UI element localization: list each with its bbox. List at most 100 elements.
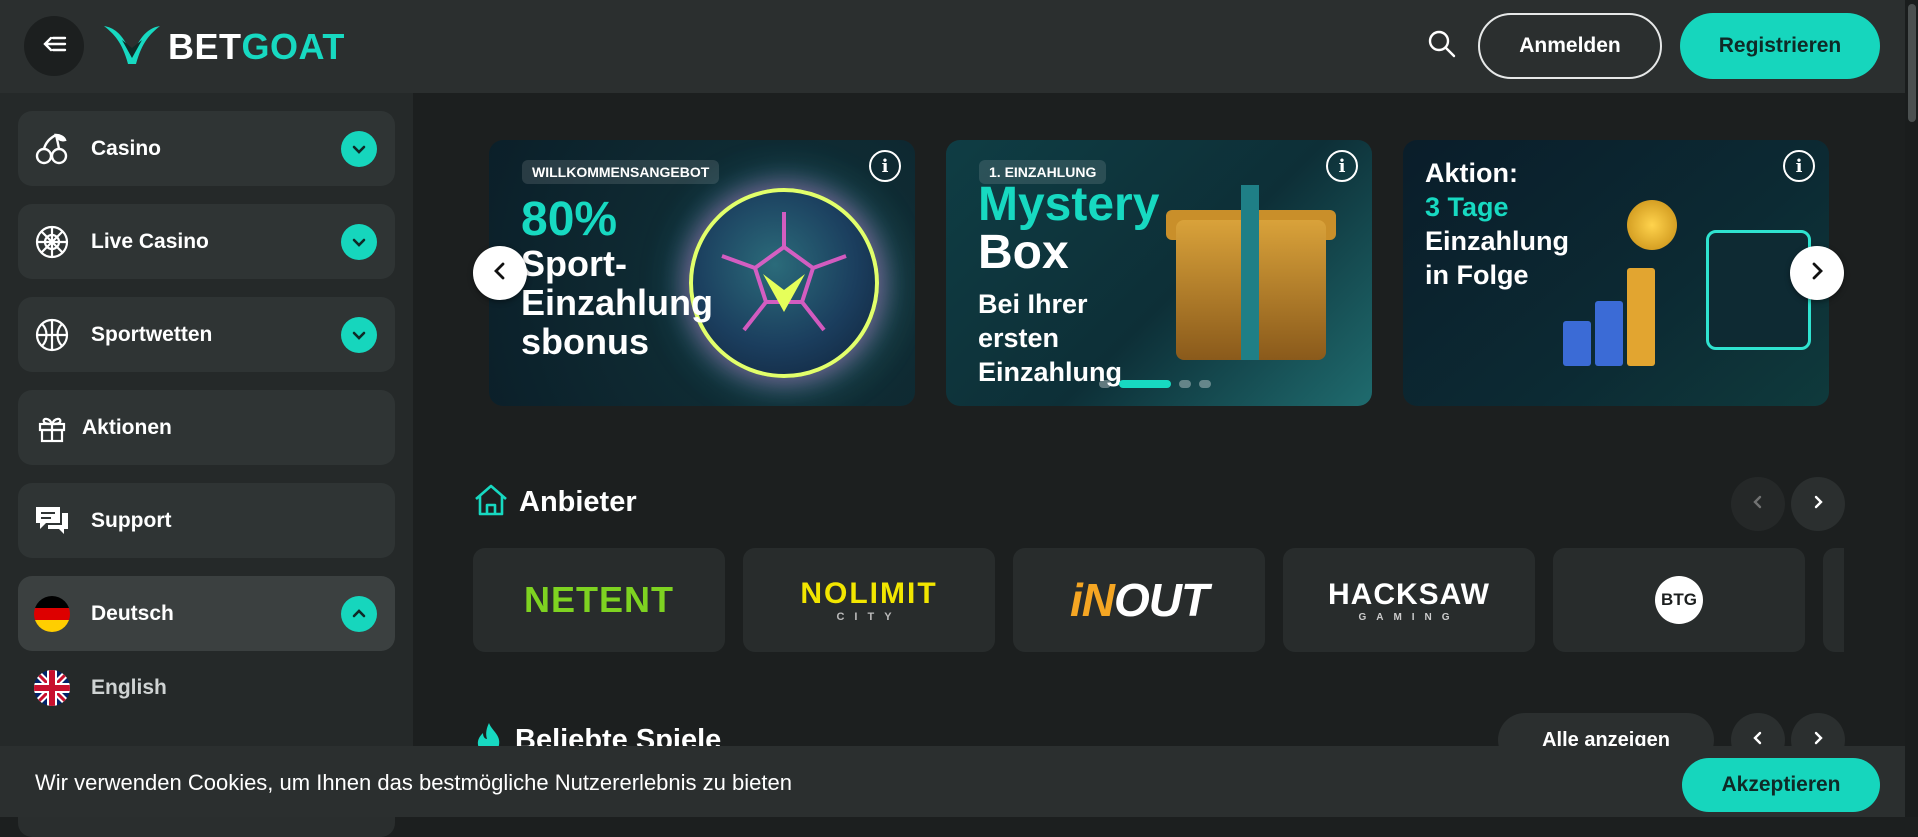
main-content: WILLKOMMENSANGEBOT 80% Sport- Einzahlung…: [413, 93, 1905, 817]
banner-line: Bei Ihrer: [978, 289, 1088, 319]
soccer-ball-illustration: [689, 188, 879, 378]
provider-logo-out: OUT: [1113, 574, 1209, 626]
banner-tag: WILLKOMMENSANGEBOT: [522, 160, 720, 184]
promo-banner-mystery-box[interactable]: 1. EINZAHLUNG Mystery Box Bei Ihrer erst…: [946, 140, 1372, 406]
sidebar-item-sportwetten[interactable]: Sportwetten: [18, 297, 395, 372]
providers-header: Anbieter: [473, 483, 637, 522]
banner-line: Aktion:: [1425, 158, 1518, 188]
provider-logo: iNOUT: [1069, 573, 1209, 627]
carousel-prev-button[interactable]: [473, 246, 527, 300]
banner-subtext: Sport- Einzahlung sbonus: [521, 244, 713, 361]
scrollbar-thumb[interactable]: [1908, 4, 1916, 122]
login-button[interactable]: Anmelden: [1478, 13, 1662, 79]
chat-icon: [34, 503, 70, 539]
chevron-down-icon[interactable]: [341, 317, 377, 353]
banner-headline: Mystery: [978, 178, 1160, 231]
chevron-right-icon: [1806, 260, 1828, 287]
gift-icon: [34, 410, 70, 446]
provider-logo-sub: GAMING: [1358, 611, 1460, 623]
search-button[interactable]: [1424, 28, 1460, 64]
promo-banner-3-day-deposit[interactable]: Aktion: 3 Tage Einzahlung in Folge i: [1403, 140, 1829, 406]
page-scrollbar[interactable]: [1905, 0, 1918, 817]
chevron-down-icon[interactable]: [341, 224, 377, 260]
sidebar-item-live-casino[interactable]: Live Casino: [18, 204, 395, 279]
banner-line: ersten: [978, 323, 1060, 353]
uk-flag-icon: [34, 670, 70, 706]
carousel-dot[interactable]: [1199, 380, 1211, 388]
promo-banner-sport-bonus[interactable]: WILLKOMMENSANGEBOT 80% Sport- Einzahlung…: [489, 140, 915, 406]
providers-prev-button[interactable]: [1731, 477, 1785, 531]
podium-illustration: [1627, 268, 1655, 366]
search-icon: [1427, 29, 1457, 64]
sidebar-item-label: Live Casino: [91, 229, 209, 253]
language-current-label: Deutsch: [91, 601, 174, 625]
germany-flag-icon: [34, 596, 70, 632]
podium-illustration: [1595, 301, 1623, 366]
banner-headline: 80%: [521, 193, 618, 246]
provider-card-nolimit-city[interactable]: NOLIMIT CITY: [743, 548, 995, 652]
provider-logo-in: iN: [1069, 574, 1115, 626]
top-header: BETGOAT Anmelden Registrieren: [0, 0, 1918, 93]
carousel-dot[interactable]: [1179, 380, 1191, 388]
section-title: Anbieter: [519, 486, 637, 518]
cookie-banner: Wir verwenden Cookies, um Ihnen das best…: [0, 746, 1918, 817]
goat-logo-icon: [102, 22, 162, 71]
providers-next-button[interactable]: [1791, 477, 1845, 531]
language-selector[interactable]: Deutsch: [18, 576, 395, 651]
provider-logo: HACKSAW GAMING: [1328, 578, 1490, 623]
provider-logo-sub: CITY: [836, 611, 902, 623]
sidebar-item-label: Support: [91, 508, 172, 532]
chevron-right-icon: [1811, 495, 1825, 514]
sidebar-toggle-button[interactable]: [24, 16, 84, 76]
provider-card-btg[interactable]: BTG: [1553, 548, 1805, 652]
betgoat-logo[interactable]: BETGOAT: [102, 22, 345, 71]
banner-line: Einzahlung: [521, 282, 713, 323]
info-icon[interactable]: i: [1326, 150, 1358, 182]
carousel-dot[interactable]: [1099, 380, 1111, 388]
chevron-left-icon: [1751, 495, 1765, 514]
info-icon[interactable]: i: [1783, 150, 1815, 182]
carousel-dot-active[interactable]: [1119, 380, 1171, 388]
banner-line: Sport-: [521, 243, 627, 284]
sidebar-item-label: Sportwetten: [91, 322, 213, 346]
provider-card-inout[interactable]: iNOUT: [1013, 548, 1265, 652]
language-option-label: English: [91, 676, 167, 699]
chevron-left-icon: [489, 260, 511, 287]
gift-ribbon-illustration: [1241, 185, 1259, 360]
carousel-pager: [1099, 380, 1211, 388]
sidebar-item-casino[interactable]: Casino: [18, 111, 395, 186]
roulette-icon: [34, 224, 70, 260]
cookie-message: Wir verwenden Cookies, um Ihnen das best…: [35, 770, 792, 795]
logo-text: BETGOAT: [168, 26, 345, 68]
chevron-up-icon[interactable]: [341, 596, 377, 632]
coin-illustration: [1627, 200, 1677, 250]
sidebar: Casino Live Casino Sportwetten Aktionen …: [0, 93, 413, 837]
sidebar-item-support[interactable]: Support: [18, 483, 395, 558]
provider-card-netent[interactable]: NETENT: [473, 548, 725, 652]
provider-logo: NETENT: [524, 579, 674, 620]
podium-illustration: [1563, 321, 1591, 366]
register-button[interactable]: Registrieren: [1680, 13, 1880, 79]
provider-logo: BTG: [1655, 576, 1703, 624]
banner-line: sbonus: [521, 321, 650, 362]
sidebar-item-aktionen[interactable]: Aktionen: [18, 390, 395, 465]
cherries-icon: [34, 131, 70, 167]
sidebar-item-label: Casino: [91, 136, 162, 160]
info-icon[interactable]: i: [869, 150, 901, 182]
chevron-down-icon[interactable]: [341, 131, 377, 167]
logo-bet: BET: [168, 25, 242, 67]
banner-line: 3 Tage: [1425, 192, 1509, 222]
accept-cookies-button[interactable]: Akzeptieren: [1682, 758, 1880, 812]
banner-line: Einzahlung: [1425, 226, 1569, 256]
provider-logo-main: NOLIMIT: [800, 577, 938, 610]
provider-card-partial[interactable]: [1823, 548, 1844, 652]
language-option-english[interactable]: English: [18, 653, 395, 723]
menu-back-icon: [39, 29, 69, 64]
banner-subtext: Bei Ihrer ersten Einzahlung: [978, 287, 1122, 389]
provider-card-hacksaw[interactable]: HACKSAW GAMING: [1283, 548, 1535, 652]
provider-logo-main: HACKSAW: [1328, 577, 1490, 611]
home-icon: [473, 483, 509, 522]
banner-line: Einzahlung in Folge: [1425, 224, 1569, 292]
carousel-next-button[interactable]: [1790, 246, 1844, 300]
banner-line: in Folge: [1425, 260, 1529, 290]
